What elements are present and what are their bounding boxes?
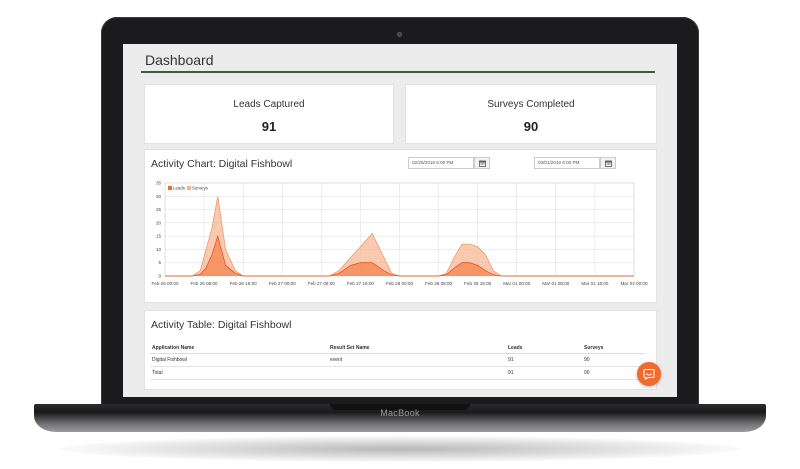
table-row: Digital Fishbowl event 91 90 — [150, 353, 645, 367]
cell-result-set-name: event — [328, 353, 506, 367]
activity-table: Application Name Result Set Name Leads S… — [150, 343, 645, 380]
cell-surveys: 90 — [582, 353, 645, 367]
y-tick-label: 0 — [158, 274, 161, 279]
chat-button[interactable] — [637, 362, 661, 386]
leads-captured-value: 91 — [261, 119, 277, 134]
y-tick-label: 20 — [156, 220, 162, 225]
y-tick-label: 25 — [156, 207, 162, 212]
col-surveys: Surveys — [582, 343, 645, 354]
x-tick-label: Feb 27 00:00 — [269, 281, 297, 286]
legend-swatch-surveys — [187, 186, 191, 190]
x-tick-label: Feb 26 00:00 — [151, 281, 179, 286]
x-tick-label: Feb 28 00:00 — [386, 281, 414, 286]
cell-total-result-set — [328, 366, 506, 380]
cell-total-leads: 91 — [506, 366, 582, 380]
table-header-row: Application Name Result Set Name Leads S… — [150, 343, 645, 354]
activity-chart: 0 5 10 15 20 25 30 35 Feb 26 00:00 Feb 26 08:00 Fe… — [151, 181, 648, 287]
x-tick-label: Mar 02 00:00 — [620, 281, 648, 286]
activity-table-title: Activity Table: Digital Fishbowl — [151, 319, 292, 331]
cell-application-name: Digital Fishbowl — [150, 353, 328, 367]
legend-swatch-leads — [168, 186, 172, 190]
x-tick-label: Mar 01 00:00 — [503, 281, 531, 286]
y-tick-label: 15 — [156, 234, 162, 239]
table-total-row: Total 91 90 — [150, 366, 645, 380]
col-leads: Leads — [506, 343, 582, 354]
y-tick-label: 30 — [156, 194, 162, 199]
y-tick-label: 10 — [156, 247, 162, 252]
camera-icon — [397, 32, 402, 37]
x-tick-label: Mar 01 08:00 — [542, 281, 570, 286]
col-result-set-name: Result Set Name — [328, 343, 506, 354]
x-tick-label: Feb 27 16:00 — [347, 281, 375, 286]
laptop-brand: MacBook — [380, 408, 420, 418]
activity-table-card: Activity Table: Digital Fishbowl Applica… — [144, 310, 657, 390]
surveys-completed-label: Surveys Completed — [487, 99, 575, 110]
x-tick-label: Feb 28 08:00 — [425, 281, 453, 286]
chat-icon — [643, 368, 655, 380]
cell-total-label: Total — [150, 366, 328, 380]
laptop-shadow — [60, 436, 740, 462]
cell-total-surveys: 90 — [582, 366, 645, 380]
x-tick-label: Feb 27 08:00 — [308, 281, 336, 286]
screen: Dashboard Leads Captured 91 Surveys Comp… — [123, 44, 677, 397]
activity-chart-card: Activity Chart: Digital Fishbowl 02/25/2… — [144, 149, 657, 303]
surveys-completed-value: 90 — [523, 119, 539, 134]
x-tick-label: Feb 28 15:00 — [464, 281, 492, 286]
legend-label-surveys: Surveys — [192, 186, 209, 191]
page-title: Dashboard — [145, 52, 214, 68]
cell-leads: 91 — [506, 353, 582, 367]
title-divider — [141, 71, 655, 73]
x-tick-label: Feb 26 16:00 — [230, 281, 258, 286]
surveys-completed-card: Surveys Completed 90 — [405, 84, 657, 144]
col-application-name: Application Name — [150, 343, 328, 354]
x-tick-label: Feb 26 08:00 — [191, 281, 219, 286]
x-tick-label: Mar 01 16:00 — [581, 281, 609, 286]
legend-label-leads: Leads — [173, 186, 186, 191]
leads-captured-label: Leads Captured — [233, 99, 305, 110]
y-tick-label: 35 — [156, 181, 162, 186]
y-tick-label: 5 — [158, 260, 161, 265]
leads-captured-card: Leads Captured 91 — [144, 84, 394, 144]
